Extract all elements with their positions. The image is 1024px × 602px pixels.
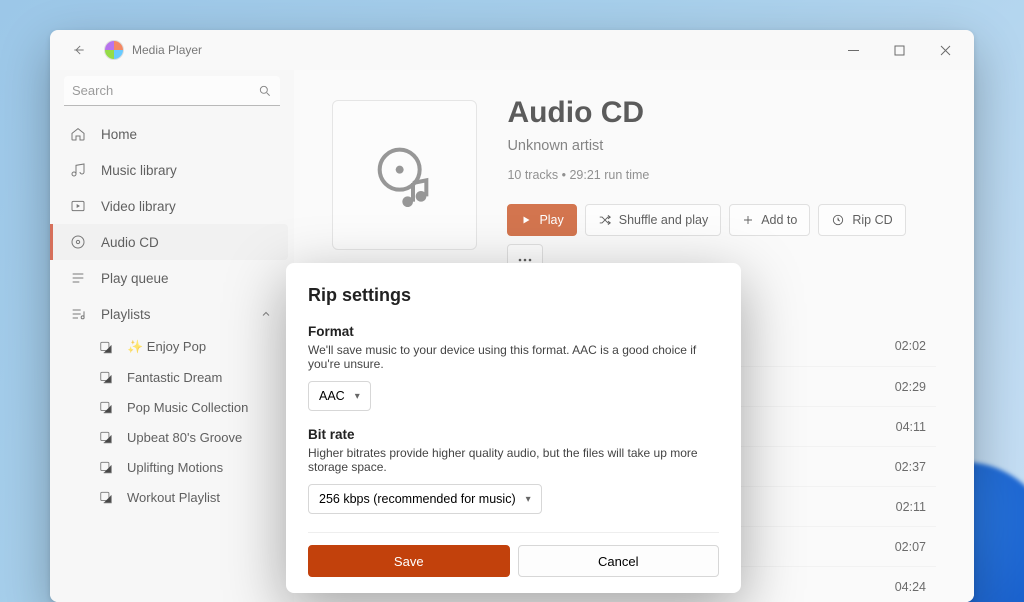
app-window: Media Player Home <box>50 30 974 602</box>
bitrate-select[interactable]: 256 kbps (recommended for music) ▾ <box>308 484 542 514</box>
bitrate-value: 256 kbps (recommended for music) <box>319 492 516 506</box>
rip-settings-dialog: Rip settings Format We'll save music to … <box>286 263 741 593</box>
dialog-title: Rip settings <box>308 285 719 306</box>
format-description: We'll save music to your device using th… <box>308 343 719 371</box>
format-label: Format <box>308 324 719 339</box>
bitrate-label: Bit rate <box>308 427 719 442</box>
save-button[interactable]: Save <box>308 545 510 577</box>
cancel-button[interactable]: Cancel <box>518 545 720 577</box>
bitrate-description: Higher bitrates provide higher quality a… <box>308 446 719 474</box>
format-select[interactable]: AAC ▾ <box>308 381 371 411</box>
chevron-down-icon: ▾ <box>355 391 360 402</box>
format-value: AAC <box>319 389 345 403</box>
chevron-down-icon: ▾ <box>526 494 531 505</box>
